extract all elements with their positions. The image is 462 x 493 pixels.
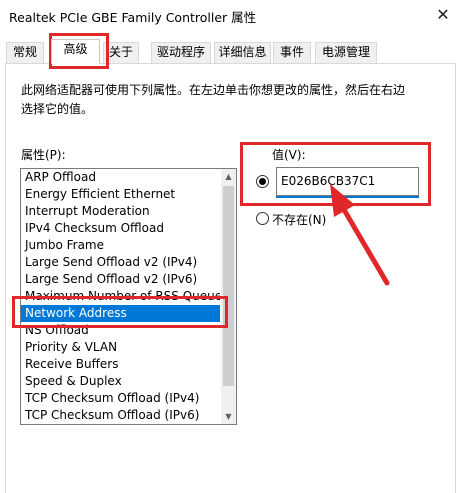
- property-list-scrollbar[interactable]: ▲ ▼: [221, 169, 236, 424]
- not-present-label[interactable]: 不存在(N): [272, 211, 326, 228]
- property-list-item[interactable]: Speed & Duplex: [21, 373, 220, 390]
- value-radio-button[interactable]: [256, 175, 269, 188]
- property-list-item[interactable]: Maximum Number of RSS Queue: [21, 288, 220, 305]
- tab-driver[interactable]: 驱动程序: [151, 42, 211, 63]
- property-list-item[interactable]: Large Send Offload v2 (IPv6): [21, 271, 220, 288]
- property-list-item[interactable]: TCP Checksum Offload (IPv6): [21, 407, 220, 424]
- property-list-item[interactable]: Network Address: [21, 305, 220, 322]
- property-list-item[interactable]: Jumbo Frame: [21, 237, 220, 254]
- window-title: Realtek PCIe GBE Family Controller 属性: [9, 10, 257, 25]
- scroll-up-icon[interactable]: ▲: [221, 169, 236, 184]
- value-input[interactable]: E026B6CB37C1: [276, 167, 419, 196]
- title-bar: Realtek PCIe GBE Family Controller 属性 ✕: [0, 0, 462, 33]
- scroll-thumb[interactable]: [223, 186, 234, 386]
- property-label: 属性(P):: [21, 148, 66, 162]
- tab-events[interactable]: 事件: [273, 42, 311, 63]
- tab-advanced[interactable]: 高级: [51, 39, 100, 64]
- tab-about[interactable]: 关于: [103, 42, 139, 63]
- property-list-item[interactable]: NS Offload: [21, 322, 220, 339]
- property-list-item[interactable]: Energy Efficient Ethernet: [21, 186, 220, 203]
- advanced-description: 此网络适配器可使用下列属性。在左边单击你想更改的属性，然后在右边选择它的值。: [21, 83, 406, 116]
- property-list-item[interactable]: Priority & VLAN: [21, 339, 220, 356]
- value-input-focus-underline: [276, 196, 419, 198]
- tab-power-management[interactable]: 电源管理: [315, 42, 377, 63]
- tab-details[interactable]: 详细信息: [214, 42, 271, 63]
- property-list-item[interactable]: Interrupt Moderation: [21, 203, 220, 220]
- tab-general[interactable]: 常规: [6, 42, 44, 63]
- property-list-item[interactable]: Large Send Offload v2 (IPv4): [21, 254, 220, 271]
- property-list-item[interactable]: IPv4 Checksum Offload: [21, 220, 220, 237]
- property-list-item[interactable]: Receive Buffers: [21, 356, 220, 373]
- property-list-item[interactable]: ARP Offload: [21, 169, 220, 186]
- property-list-item[interactable]: TCP Checksum Offload (IPv4): [21, 390, 220, 407]
- property-listbox[interactable]: ARP Offload Energy Efficient Ethernet Inte…: [20, 168, 237, 425]
- scroll-down-icon[interactable]: ▼: [221, 409, 236, 424]
- not-present-radio-button[interactable]: [256, 212, 269, 225]
- value-label: 值(V):: [272, 148, 306, 162]
- close-icon[interactable]: ✕: [430, 3, 456, 27]
- tab-bar: 常规 高级 关于 驱动程序 详细信息 事件 电源管理: [0, 33, 462, 64]
